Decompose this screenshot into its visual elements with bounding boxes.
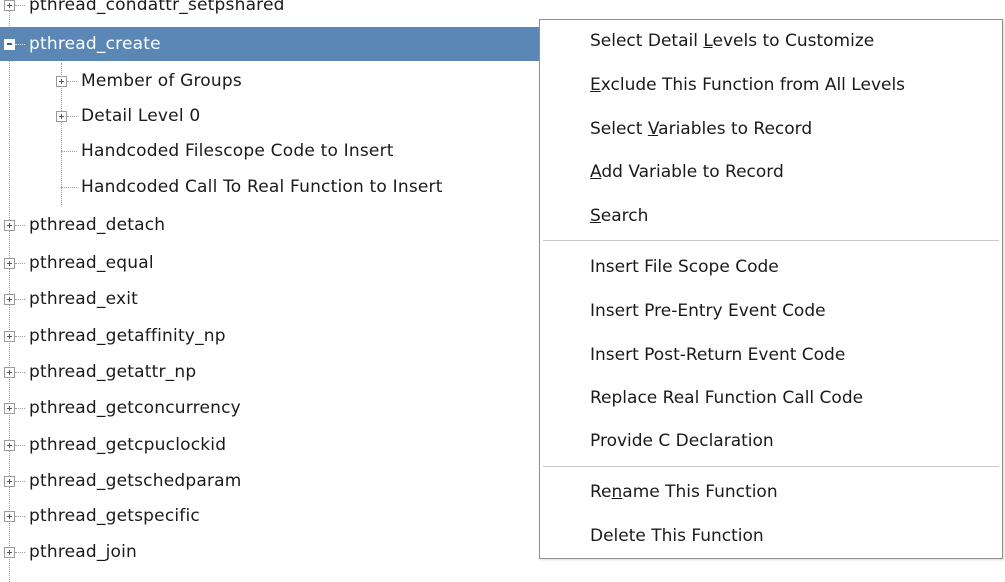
tree-item-label: Detail Level 0 (81, 106, 201, 126)
tree-item-label: pthread_exit (29, 289, 139, 309)
menu-item-mnemonic: S (590, 206, 601, 226)
menu-item-label: earch (600, 206, 649, 226)
menu-separator (543, 466, 999, 467)
tree-connector-line (67, 81, 77, 82)
tree-connector-line (15, 445, 25, 446)
menu-item-mnemonic: V (647, 119, 659, 139)
menu-item[interactable]: Replace Real Function Call Code (540, 377, 1002, 420)
expand-icon[interactable] (4, 294, 15, 305)
menu-item[interactable]: Select Variables to Record (540, 108, 1002, 151)
menu-item-label: Select (590, 119, 648, 139)
menu-item[interactable]: Provide C Declaration (540, 420, 1002, 463)
tree-item-label: Member of Groups (81, 71, 242, 91)
menu-item[interactable]: Search (540, 195, 1002, 238)
expand-icon[interactable] (4, 511, 15, 522)
expand-icon[interactable] (4, 258, 15, 269)
menu-item-label: Insert Pre-Entry Event Code (590, 301, 826, 321)
tree-item[interactable]: pthread_getspecific (0, 499, 545, 533)
expand-icon[interactable] (4, 331, 15, 342)
tree-item-label: pthread_getattr_np (29, 362, 197, 382)
tree-item[interactable]: pthread_detach (0, 208, 545, 242)
tree-item[interactable]: pthread_getconcurrency (0, 391, 545, 425)
menu-item-label: Delete This Function (590, 526, 764, 546)
tree-item[interactable]: pthread_join (0, 535, 545, 569)
menu-item-label: Insert Post-Return Event Code (590, 345, 846, 365)
menu-item[interactable]: Insert Pre-Entry Event Code (540, 290, 1002, 333)
function-tree[interactable]: pthread_condattr_setpshared pthread_creat… (0, 0, 545, 582)
tree-item-label: pthread_condattr_setpshared (29, 0, 285, 15)
tree-item[interactable]: pthread_create (0, 27, 545, 61)
menu-item-label: Provide C Declaration (590, 431, 774, 451)
menu-item[interactable]: Insert File Scope Code (540, 246, 1002, 289)
menu-item-label: ariables to Record (658, 119, 813, 139)
menu-item-mnemonic: n (611, 482, 623, 502)
tree-item[interactable]: pthread_getschedparam (0, 464, 545, 498)
menu-item-label: ame This Function (622, 482, 778, 502)
menu-item[interactable]: Rename This Function (540, 471, 1002, 514)
tree-child-item[interactable]: Detail Level 0 (0, 99, 545, 133)
tree-item-label: pthread_getschedparam (29, 471, 242, 491)
tree-connector-line (15, 372, 25, 373)
menu-item-label: dd Variable to Record (601, 162, 784, 182)
tree-child-item[interactable]: Handcoded Filescope Code to Insert (0, 134, 545, 168)
expand-icon[interactable] (56, 76, 67, 87)
tree-connector-line (15, 263, 25, 264)
tree-item[interactable]: pthread_getcpuclockid (0, 428, 545, 462)
expand-icon[interactable] (4, 547, 15, 558)
tree-item-label: pthread_getspecific (29, 506, 200, 526)
menu-item[interactable]: Exclude This Function from All Levels (540, 64, 1002, 107)
tree-item-label: Handcoded Filescope Code to Insert (81, 141, 394, 161)
menu-item-mnemonic: E (590, 75, 601, 95)
menu-separator (543, 240, 999, 241)
expand-icon[interactable] (4, 220, 15, 231)
tree-child-item[interactable]: Member of Groups (0, 64, 545, 98)
menu-item[interactable]: Delete This Function (540, 515, 1002, 558)
menu-item[interactable]: Select Detail Levels to Customize (540, 20, 1002, 63)
menu-item-label: xclude This Function from All Levels (600, 75, 906, 95)
menu-item-label: evels to Customize (712, 31, 875, 51)
tree-item-label: pthread_join (29, 542, 138, 562)
tree-child-item[interactable]: Handcoded Call To Real Function to Inser… (0, 170, 545, 204)
tree-connector-line (61, 187, 77, 188)
expand-icon[interactable] (4, 403, 15, 414)
collapse-icon[interactable] (4, 39, 15, 50)
menu-item[interactable]: Insert Post-Return Event Code (540, 334, 1002, 377)
expand-icon[interactable] (56, 111, 67, 122)
tree-item[interactable]: pthread_getattr_np (0, 355, 545, 389)
tree-connector-line (15, 44, 25, 45)
tree-item[interactable]: pthread_equal (0, 246, 545, 280)
tree-item-label: pthread_detach (29, 215, 166, 235)
tree-connector-line (15, 336, 25, 337)
menu-item-mnemonic: L (703, 31, 713, 51)
expand-icon[interactable] (4, 476, 15, 487)
tree-connector-line (15, 299, 25, 300)
tree-connector-line (15, 516, 25, 517)
tree-connector-line (61, 151, 77, 152)
tree-connector-line (15, 408, 25, 409)
tree-item[interactable]: pthread_condattr_setpshared (0, 0, 545, 22)
context-menu: Select Detail Levels to Customize Exclude… (539, 19, 1003, 559)
tree-item-label: pthread_getaffinity_np (29, 326, 226, 346)
tree-item-label: pthread_getcpuclockid (29, 435, 227, 455)
tree-connector-line (15, 5, 25, 6)
tree-connector-line (67, 116, 77, 117)
menu-item-label: Replace Real Function Call Code (590, 388, 864, 408)
menu-item-mnemonic: A (590, 162, 602, 182)
expand-icon[interactable] (4, 440, 15, 451)
tree-connector-line (15, 481, 25, 482)
tree-item[interactable]: pthread_getaffinity_np (0, 319, 545, 353)
tree-item-label: pthread_getconcurrency (29, 398, 241, 418)
tree-item[interactable]: pthread_exit (0, 282, 545, 316)
menu-item-label: Select Detail (590, 31, 704, 51)
tree-item-label: Handcoded Call To Real Function to Inser… (81, 177, 443, 197)
menu-item-label: Re (590, 482, 612, 502)
expand-icon[interactable] (4, 0, 15, 11)
tree-item-label: pthread_create (29, 34, 161, 54)
menu-item-label: Insert File Scope Code (590, 257, 779, 277)
menu-item[interactable]: Add Variable to Record (540, 151, 1002, 194)
tree-connector-line (15, 552, 25, 553)
tree-connector-line (15, 225, 25, 226)
tree-item-label: pthread_equal (29, 253, 154, 273)
expand-icon[interactable] (4, 367, 15, 378)
